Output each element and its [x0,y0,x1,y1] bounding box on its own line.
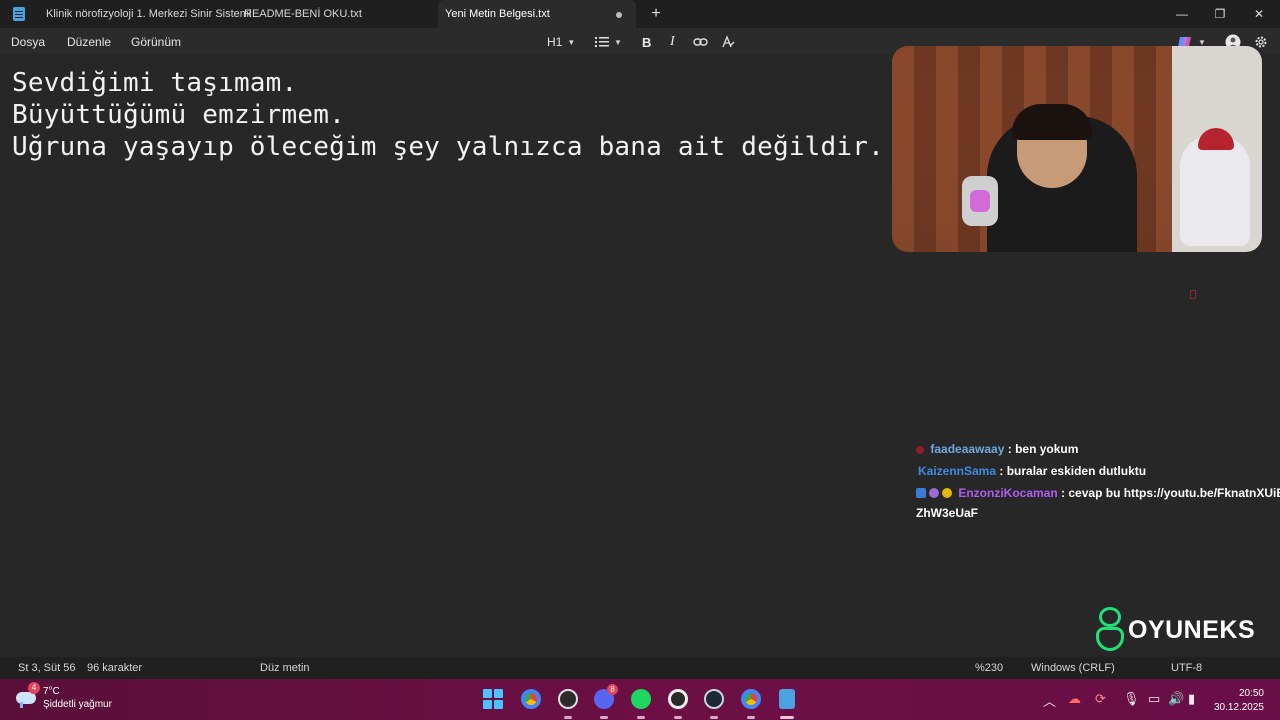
taskbar: 4 7°C Şiddetli yağmur 8 ︿ ☁ ⟳ 🎙 ▭ 🔊 ▮ 20… [0,679,1280,720]
tab-yeni-metin[interactable]: Yeni Metin Belgesi.txt [438,0,636,28]
tab-klinik[interactable]: Klinik nörofizyoloji 1. Merkezi Sinir Si… [46,0,251,28]
text-format[interactable]: Düz metin [260,662,310,674]
close-button[interactable]: ✕ [1239,0,1279,28]
network-icon[interactable]: ▭ [1148,691,1160,707]
running-indicator [600,716,608,719]
tray-sync-icon[interactable]: ⟳ [1095,691,1106,707]
document-line: Sevdiğimi taşımam. [12,68,298,98]
running-indicator [710,716,718,719]
document-line: Uğruna yaşayıp öleceğim şey yalnızca ban… [12,132,884,162]
unsaved-dot-icon [616,12,622,18]
chrome-icon[interactable] [521,689,541,709]
steam-icon[interactable] [704,689,724,709]
santa-figure [1180,136,1250,246]
cursor-position: St 3, Süt 56 [18,662,76,674]
badge-icon [942,488,952,498]
title-bar: Klinik nörofizyoloji 1. Merkezi Sinir Si… [0,0,1280,28]
bold-button[interactable]: B [642,33,651,51]
list-icon [595,37,609,47]
link-button[interactable] [693,33,708,51]
chat-text: : cevap bu https://youtu.be/FknatnXUiBQ?… [1061,486,1280,500]
running-indicator [564,716,572,719]
windows-start-icon[interactable] [483,689,503,709]
chat-text: : ben yokum [1007,442,1079,456]
badge-icon [916,488,926,498]
chevron-down-icon: ▼ [567,37,576,47]
maximize-button[interactable]: ❐ [1200,0,1240,28]
clock[interactable]: 20:50 30.12.2025 [1214,687,1264,715]
clock-time: 20:50 [1238,688,1264,699]
oyuneks-logo: OYUNEKS [1094,606,1255,654]
chat-message: faadeaawaay : ben yokum [916,442,1078,456]
menu-duzenle[interactable]: Düzenle [67,35,111,49]
character-count: 96 karakter [87,662,143,674]
running-indicator [637,716,645,719]
weather-desc: Şiddetli yağmur [43,699,112,710]
microphone-icon[interactable]: 🎙 [1123,691,1140,707]
tab-label: README-BENİ OKU.txt [244,8,362,20]
minimize-button[interactable]: — [1162,0,1202,28]
chat-message: EnzonziKocaman : cevap bu https://youtu.… [916,486,1280,500]
chat-username: KaizennSama [918,464,997,478]
line-ending[interactable]: Windows (CRLF) [1031,662,1115,674]
notepad-taskbar-icon[interactable] [779,689,795,709]
chat-message: KaizennSama : buralar eskiden dutluktu [918,464,1146,478]
tray-overflow-icon[interactable]: ︿ [1043,691,1056,710]
zoom-level[interactable]: %230 [975,662,1003,674]
steelseries-icon[interactable] [668,689,688,709]
weather-badge: 4 [28,682,40,694]
menu-dosya[interactable]: Dosya [11,35,45,49]
weather-temp: 7°C [43,686,60,697]
heading-label: H1 [547,35,563,49]
new-tab-button[interactable]: + [646,5,666,23]
volume-icon[interactable]: 🔊 [1168,691,1184,707]
chevron-down-icon: ▼ [614,37,622,47]
list-dropdown[interactable]: ▼ [595,33,622,51]
webcam-overlay [892,46,1262,252]
chat-text-continuation: ZhW3eUaF [916,506,979,520]
heading-dropdown[interactable]: H1 ▼ [547,33,575,51]
tray-app-icon[interactable]: ☁ [1068,691,1081,707]
menu-gorunum[interactable]: Görünüm [131,35,181,49]
logo-text: OYUNEKS [1128,615,1256,644]
clear-format-button[interactable] [721,33,735,51]
obs-icon[interactable] [558,689,578,709]
tab-readme[interactable]: README-BENİ OKU.txt [244,0,438,28]
active-app-indicator [780,716,794,719]
badge-icon [916,446,924,454]
logo-icon [1094,607,1126,653]
discord-icon[interactable]: 8 [594,684,618,709]
clock-date: 30.12.2025 [1213,702,1264,713]
document-line: Büyüttüğümü emzirmem. [12,100,345,130]
chat-username: faadeaawaay [930,442,1005,456]
notepad-icon [13,7,25,21]
tab-label: Klinik nörofizyoloji 1. Merkezi Sinir Si… [46,8,252,20]
battery-icon[interactable]: ▮ [1188,691,1195,707]
status-bar: St 3, Süt 56 96 karakter Düz metin %230 … [0,657,1280,679]
streamer-hair [1012,104,1092,140]
spotify-icon[interactable] [631,689,651,709]
marker-icon [1190,290,1196,299]
rain-cloud-icon: 4 [14,682,40,708]
clear-formatting-icon [722,35,735,48]
encoding[interactable]: UTF-8 [1171,662,1202,674]
chat-username: EnzonziKocaman [958,486,1058,500]
tab-label: Yeni Metin Belgesi.txt [445,8,550,20]
chrome-profile-icon[interactable] [741,689,761,709]
chat-text: : buralar eskiden dutluktu [999,464,1147,478]
badge-icon [929,488,939,498]
running-indicator [747,716,755,719]
running-indicator [674,716,682,719]
discord-badge: 8 [607,684,618,695]
italic-button[interactable]: I [670,33,675,51]
microphone [962,176,998,226]
link-icon [693,38,708,46]
weather-widget[interactable]: 4 7°C Şiddetli yağmur [14,682,112,711]
